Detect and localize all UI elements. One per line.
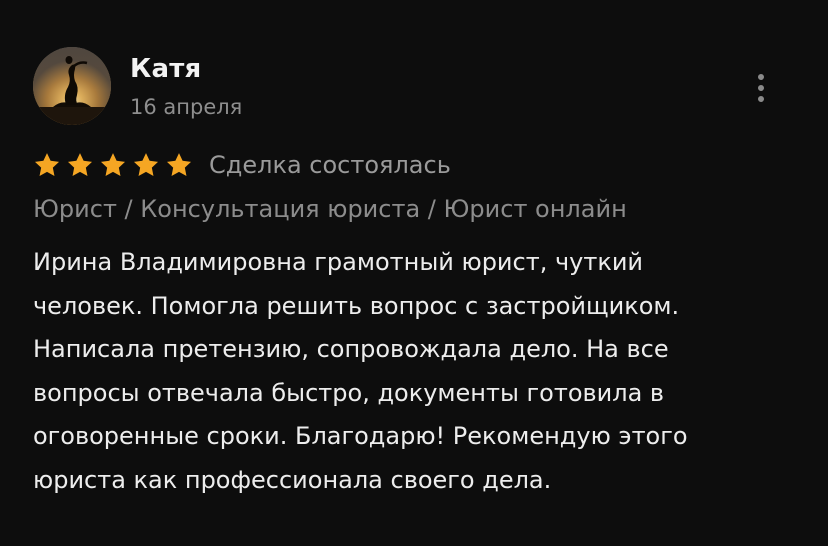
deal-status: Сделка состоялась (209, 151, 451, 179)
review-card: Катя 16 апреля Сделка состоялась Юрист /… (0, 0, 828, 546)
review-text-line: Написала претензию, сопровождала дело. Н… (33, 335, 669, 363)
more-vertical-icon[interactable] (748, 70, 774, 106)
review-text-line: вопросы отвечала быстро, документы готов… (33, 378, 665, 407)
star-icon (166, 153, 192, 176)
review-date: 16 апреля (130, 95, 243, 119)
star-icon (133, 153, 159, 176)
review-text: Ирина Владимировна грамотный юрист, чутк… (33, 241, 803, 502)
rating-row: Сделка состоялась (33, 148, 451, 182)
review-text-line: оговоренные сроки. Благодарю! Рекомендую… (33, 422, 688, 450)
star-icon (34, 153, 60, 176)
review-text-line: юриста как профессионала своего дела. (33, 465, 552, 494)
review-text-line: человек. Помогла решить вопрос с застрой… (33, 291, 680, 320)
menu-dot (758, 74, 764, 80)
star-icon (100, 153, 126, 176)
menu-dot (758, 85, 764, 91)
avatar-image (33, 47, 111, 125)
menu-dot (758, 96, 764, 102)
star-icon (67, 153, 93, 176)
review-text-line: Ирина Владимировна грамотный юрист, чутк… (33, 248, 644, 276)
author-name: Катя (130, 54, 202, 84)
category-path: Юрист / Консультация юриста / Юрист онла… (33, 195, 627, 223)
avatar[interactable] (33, 47, 111, 125)
star-rating (33, 151, 193, 179)
